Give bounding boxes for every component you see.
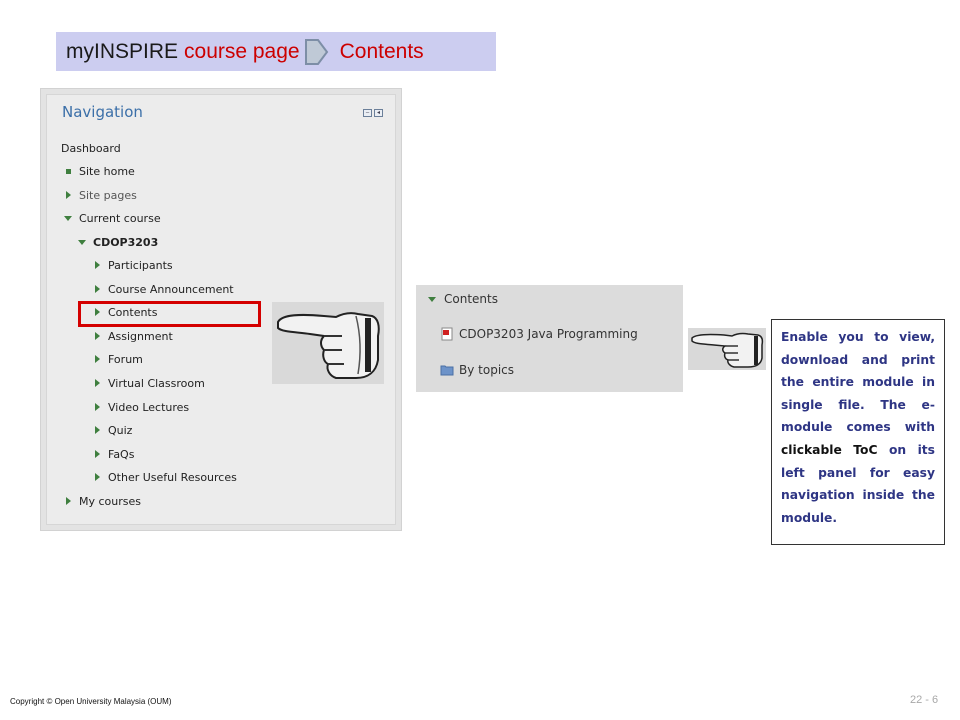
pointing-hand-icon [272,302,384,384]
block-controls: – ◂ [363,109,383,117]
nav-item-video-lectures[interactable]: Video Lectures [92,398,189,416]
nav-item-dashboard[interactable]: Dashboard [61,139,121,157]
collapse-block-icon[interactable]: – [363,109,372,117]
expand-arrow-icon [92,260,102,270]
expand-arrow-icon [92,402,102,412]
expand-arrow-icon [92,331,102,341]
nav-item-label: Participants [108,258,173,272]
pointing-hand-icon [688,328,766,370]
title-section-name: Contents [339,39,424,63]
nav-item-label: CDOP3203 [93,235,159,249]
nav-item-faqs[interactable]: FaQs [92,445,134,463]
nav-item-label: Assignment [108,329,173,343]
folder-icon [440,363,454,377]
expand-arrow-icon [92,378,102,388]
nav-item-label: Site pages [79,188,137,202]
expand-arrow-icon [92,354,102,364]
slide-page-number: 22 - 6 [910,694,939,706]
chevron-right-icon [302,38,330,66]
collapse-arrow-icon [77,237,87,247]
nav-item-site-pages[interactable]: Site pages [63,186,137,204]
collapse-arrow-icon [63,213,73,223]
contents-item-label: CDOP3203 Java Programming [459,327,638,341]
slide-title-bar: myINSPIRE course page Contents [56,32,496,71]
nav-item-assignment[interactable]: Assignment [92,327,173,345]
description-emphasis: clickable ToC [781,442,878,457]
navigation-header: Navigation [62,103,143,121]
nav-item-site-home[interactable]: Site home [63,162,135,180]
nav-item-label: Forum [108,352,143,366]
square-bullet-icon [63,166,73,176]
expand-arrow-icon [92,472,102,482]
dock-block-icon[interactable]: ◂ [374,109,383,117]
contents-item-java-programming[interactable]: CDOP3203 Java Programming [440,327,638,341]
nav-item-label: Course Announcement [108,282,234,296]
footer-copyright: Copyright © Open University Malaysia (OU… [10,697,172,706]
title-page-name: course page [184,39,300,63]
nav-item-other-resources[interactable]: Other Useful Resources [92,468,237,486]
nav-item-my-courses[interactable]: My courses [63,492,141,510]
contents-highlight-box [78,301,261,327]
nav-item-current-course[interactable]: Current course [63,209,161,227]
description-callout: Enable you to view, download and print t… [771,319,945,545]
collapse-arrow-icon [428,296,436,302]
expand-arrow-icon [63,496,73,506]
nav-item-label: FaQs [108,447,135,461]
description-text: Enable you to view, download and print t… [781,330,935,435]
expand-arrow-icon [63,190,73,200]
expand-arrow-icon [92,425,102,435]
contents-item-by-topics[interactable]: By topics [440,363,514,377]
nav-item-forum[interactable]: Forum [92,350,143,368]
nav-item-label: My courses [79,494,141,508]
contents-item-label: By topics [459,363,514,377]
contents-header[interactable]: Contents [428,292,498,306]
nav-item-label: Site home [79,164,135,178]
pdf-file-icon [440,327,454,341]
contents-header-label: Contents [444,292,498,306]
nav-item-label: Dashboard [61,141,121,155]
nav-item-course-announcement[interactable]: Course Announcement [92,280,234,298]
nav-item-quiz[interactable]: Quiz [92,421,132,439]
nav-item-label: Current course [79,211,161,225]
nav-item-label: Quiz [108,423,133,437]
expand-arrow-icon [92,449,102,459]
nav-item-label: Video Lectures [108,400,190,414]
nav-item-course-code[interactable]: CDOP3203 [77,233,158,251]
title-app-name: myINSPIRE [66,39,179,63]
nav-item-label: Other Useful Resources [108,470,237,484]
nav-item-virtual-classroom[interactable]: Virtual Classroom [92,374,205,392]
expand-arrow-icon [92,284,102,294]
nav-item-participants[interactable]: Participants [92,256,173,274]
contents-panel: Contents CDOP3203 Java Programming By to… [416,285,683,392]
nav-item-label: Virtual Classroom [108,376,205,390]
